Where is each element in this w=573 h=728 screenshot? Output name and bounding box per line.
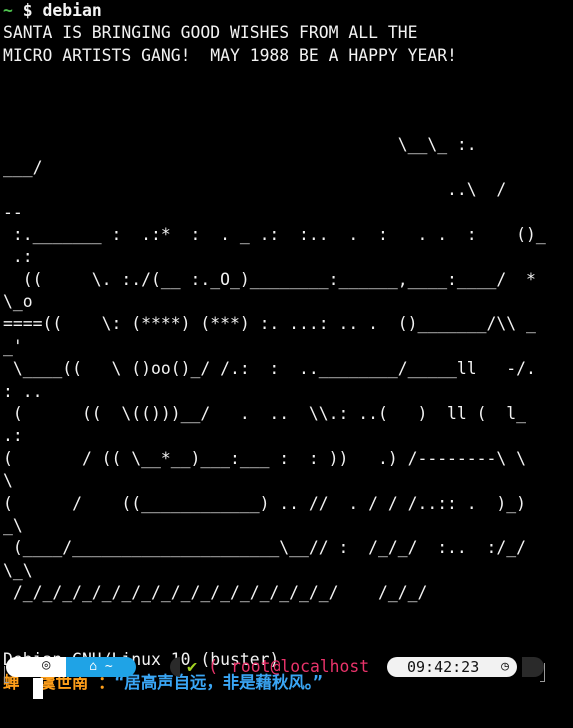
prompt-command: $ debian — [12, 1, 102, 20]
terminal-line: .: — [3, 426, 23, 446]
terminal-line: .: — [3, 247, 33, 267]
os-segment — [6, 657, 70, 677]
terminal-output[interactable]: ~ $ debian SANTA IS BRINGING GOOD WISHES… — [3, 0, 571, 694]
prompt-line: ~ $ debian — [3, 0, 571, 22]
terminal-line: \__\_ :. — [3, 135, 477, 155]
terminal-line: MICRO ARTISTS GANG! MAY 1988 BE A HAPPY … — [3, 45, 457, 65]
time-segment: 09:42:23 ◷ — [387, 657, 517, 677]
prompt-frame-right — [540, 663, 545, 682]
home-directory-segment: ⌂ ~ — [66, 657, 136, 677]
terminal-line: ..\ / — [3, 180, 507, 200]
terminal-line: /_/_/_/_/_/_/_/_/_/_/_/_/_/_/_/_/ /_/_/ — [3, 583, 428, 603]
terminal-line: : .. — [3, 381, 43, 401]
text-cursor[interactable] — [33, 678, 43, 699]
terminal-line: SANTA IS BRINGING GOOD WISHES FROM ALL T… — [3, 23, 418, 43]
debian-icon: ◎ — [42, 657, 51, 673]
terminal-line: ( / ((____________) .. // . / / /..:: . … — [3, 493, 527, 513]
terminal-line: _\ — [3, 515, 23, 535]
terminal-line: _' — [3, 336, 23, 356]
user-host: root@localhost — [231, 657, 370, 676]
time-text: 09:42:23 — [407, 658, 480, 676]
terminal-line: ====(( \: (****) (***) :. ...: .. . ()__… — [3, 314, 536, 334]
terminal-line: :._______ : .:* : . _ .: :.. . : . . : (… — [3, 224, 546, 244]
terminal-line: \_\ — [3, 560, 33, 580]
prompt-tilde: ~ — [3, 1, 13, 20]
status-separator — [170, 657, 180, 677]
check-icon: ✔ — [187, 657, 198, 677]
terminal-line: \ — [3, 471, 13, 491]
terminal-line: ( / (( \__*__)___:___ : : )) .) /-------… — [3, 448, 527, 468]
terminal-line: (____/_____________________\__// : /_/_/… — [3, 538, 527, 558]
powerline-status-bar: ◎ ⌂ ~ ✔ ( root@localhost 09:42:23 ◷ — [0, 655, 573, 683]
terminal-line: (( \. :./(__ :._O_)________:______,____:… — [3, 269, 536, 289]
terminal-line: ___/ — [3, 157, 43, 177]
terminal-line: \____(( \ ()oo()_/ /.: : ..________/____… — [3, 359, 536, 379]
terminal-line: -- — [3, 202, 23, 222]
terminal-line: ( (( \(()))__/ . .. \\.: ..( ) ll ( l_ — [3, 404, 527, 424]
clock-icon: ◷ — [501, 659, 509, 674]
user-paren: ( — [208, 657, 219, 677]
ascii-art-block: SANTA IS BRINGING GOOD WISHES FROM ALL T… — [3, 22, 571, 671]
terminal-line: \_o — [3, 292, 33, 312]
